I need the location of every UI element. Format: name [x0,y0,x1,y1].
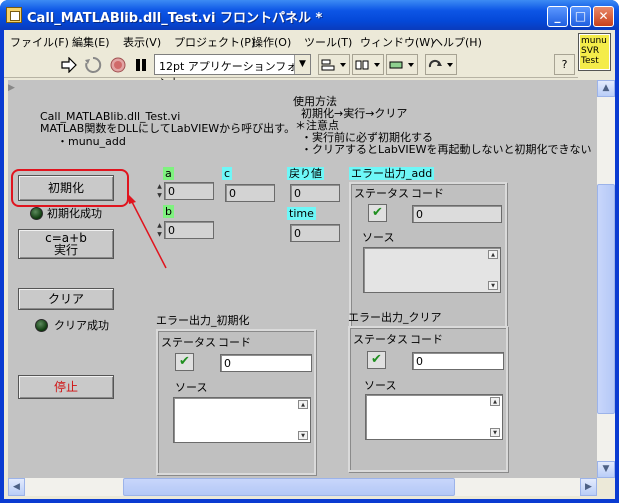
c-indicator: 0 [225,184,275,202]
logo-line-2: SVR [581,46,600,56]
error-clear-source-label: ソース [364,379,397,392]
panel-origin-marker: ▶ [8,83,15,93]
window: Call_MATLABlib.dll_Test.vi フロントパネル * _ □… [0,0,619,503]
scroll-left-icon[interactable]: ◀ [8,478,25,496]
error-init-source-label: ソース [175,381,208,394]
error-clear-source-box: ▲ ▼ [365,394,503,440]
error-add-status-check-icon: ✔ [368,204,387,222]
reorder-icon[interactable] [425,54,457,75]
abort-icon[interactable] [107,54,129,75]
menu-view[interactable]: 表示(V) [123,34,161,50]
error-add-status-label: ステータス [354,187,409,200]
a-label: a [163,167,174,180]
scroll-down-icon[interactable]: ▼ [597,461,615,478]
error-clear-title: エラー出力_クリア [348,311,442,324]
time-label: time [287,207,316,220]
menu-operate[interactable]: 操作(O) [252,34,291,50]
error-clear-cluster: ステータス コード ✔ 0 ソース ▲ ▼ [348,326,508,472]
error-add-title: エラー出力_add [349,167,435,180]
error-add-code-label: コード [411,187,444,200]
exec-button[interactable]: c=a+b 実行 [18,229,114,259]
vi-icon [6,7,22,23]
align-objects-icon[interactable] [318,54,350,75]
stop-button[interactable]: 停止 [18,375,114,399]
resize-grip-icon[interactable] [597,478,615,496]
init-success-led [30,207,43,220]
context-help-button[interactable]: ? [554,54,575,75]
front-panel: ▶ Call_MATLABlib.dll_Test.vi MATLAB関数をDL… [8,80,597,478]
b-input[interactable]: 0 [164,221,214,239]
chevron-down-icon[interactable]: ▼ [294,55,310,74]
return-value-indicator: 0 [290,184,340,202]
error-init-status-check-icon: ✔ [175,353,194,371]
menu-help[interactable]: ヘルプ(H) [432,34,482,50]
logo-line-1: munu [581,36,607,46]
return-value-label: 戻り値 [287,167,324,180]
scroll-up-icon[interactable]: ▲ [298,400,308,409]
pause-icon[interactable] [130,54,152,75]
exec-button-line-2: 実行 [53,243,78,257]
distribute-objects-icon[interactable] [352,54,384,75]
logo-line-3: Test [581,56,599,66]
menu-bar: ファイル(F) 編集(E) 表示(V) プロジェクト(P) 操作(O) ツール(… [4,30,578,52]
toolbar: 12pt アプリケーションフォント ▼ ? [4,52,578,89]
scroll-down-icon[interactable]: ▼ [488,281,498,290]
error-init-code-label: コード [218,336,251,349]
window-client: ファイル(F) 編集(E) 表示(V) プロジェクト(P) 操作(O) ツール(… [4,30,615,499]
menu-window[interactable]: ウィンドウ(W) [360,34,434,50]
run-continuously-icon[interactable] [82,54,104,75]
clear-button[interactable]: クリア [18,288,114,310]
clear-success-label: クリア成功 [54,319,109,332]
menu-edit[interactable]: 編集(E) [72,34,110,50]
b-spinner[interactable]: ▲ ▼ [156,221,163,239]
scroll-down-icon[interactable]: ▼ [490,428,500,437]
error-clear-status-check-icon: ✔ [367,351,386,369]
vi-logo: munu SVR Test [578,33,611,71]
b-label: b [163,205,174,218]
description-line-2: MATLAB関数をDLLにしてLabVIEWから呼び出す。 [40,122,296,135]
close-button[interactable]: ✕ [593,6,614,27]
horizontal-scrollbar[interactable]: ◀ ▶ [8,478,597,496]
a-spinner[interactable]: ▲ ▼ [156,182,163,200]
menu-project[interactable]: プロジェクト(P) [174,34,255,50]
scroll-up-icon[interactable]: ▲ [490,397,500,406]
time-indicator: 0 [290,224,340,242]
title-bar[interactable]: Call_MATLABlib.dll_Test.vi フロントパネル * _ □… [0,0,619,30]
init-success-label: 初期化成功 [47,207,102,220]
menu-file[interactable]: ファイル(F) [10,34,69,50]
font-select[interactable]: 12pt アプリケーションフォント [154,54,311,89]
menu-tools[interactable]: ツール(T) [304,34,352,50]
run-arrow-icon[interactable] [58,54,80,75]
error-add-source-box: ▲ ▼ [363,247,501,293]
clear-success-led [35,319,48,332]
error-add-source-label: ソース [362,231,395,244]
error-clear-code-value: 0 [412,352,504,370]
error-init-cluster: ステータス コード ✔ 0 ソース ▲ ▼ [156,329,316,475]
error-add-code-value: 0 [412,205,502,223]
a-input[interactable]: 0 [164,182,214,200]
c-label: c [222,167,233,180]
scroll-up-icon[interactable]: ▲ [597,80,615,97]
maximize-button[interactable]: □ [570,6,591,27]
description-line-3: ・munu_add [57,135,126,148]
minimize-button[interactable]: _ [547,6,568,27]
error-init-source-box: ▲ ▼ [173,397,311,443]
error-init-code-value: 0 [220,354,312,372]
scroll-up-icon[interactable]: ▲ [488,250,498,259]
init-annotation-ring [11,169,129,207]
error-clear-status-label: ステータス [353,333,408,346]
scroll-down-icon[interactable]: ▼ [298,431,308,440]
horizontal-scroll-thumb[interactable] [123,478,455,496]
error-add-cluster: ステータス コード ✔ 0 ソース ▲ ▼ [349,182,507,328]
error-init-title: エラー出力_初期化 [156,314,250,327]
resize-objects-icon[interactable] [386,54,418,75]
error-clear-code-label: コード [410,333,443,346]
scroll-right-icon[interactable]: ▶ [580,478,597,496]
usage-line-5: ・クリアするとLabVIEWを再起動しないと初期化できない [301,143,592,156]
error-init-status-label: ステータス [161,336,216,349]
vertical-scroll-thumb[interactable] [597,184,615,414]
window-title: Call_MATLABlib.dll_Test.vi フロントパネル * [27,11,323,26]
vertical-scrollbar[interactable]: ▲ ▼ [597,80,615,478]
